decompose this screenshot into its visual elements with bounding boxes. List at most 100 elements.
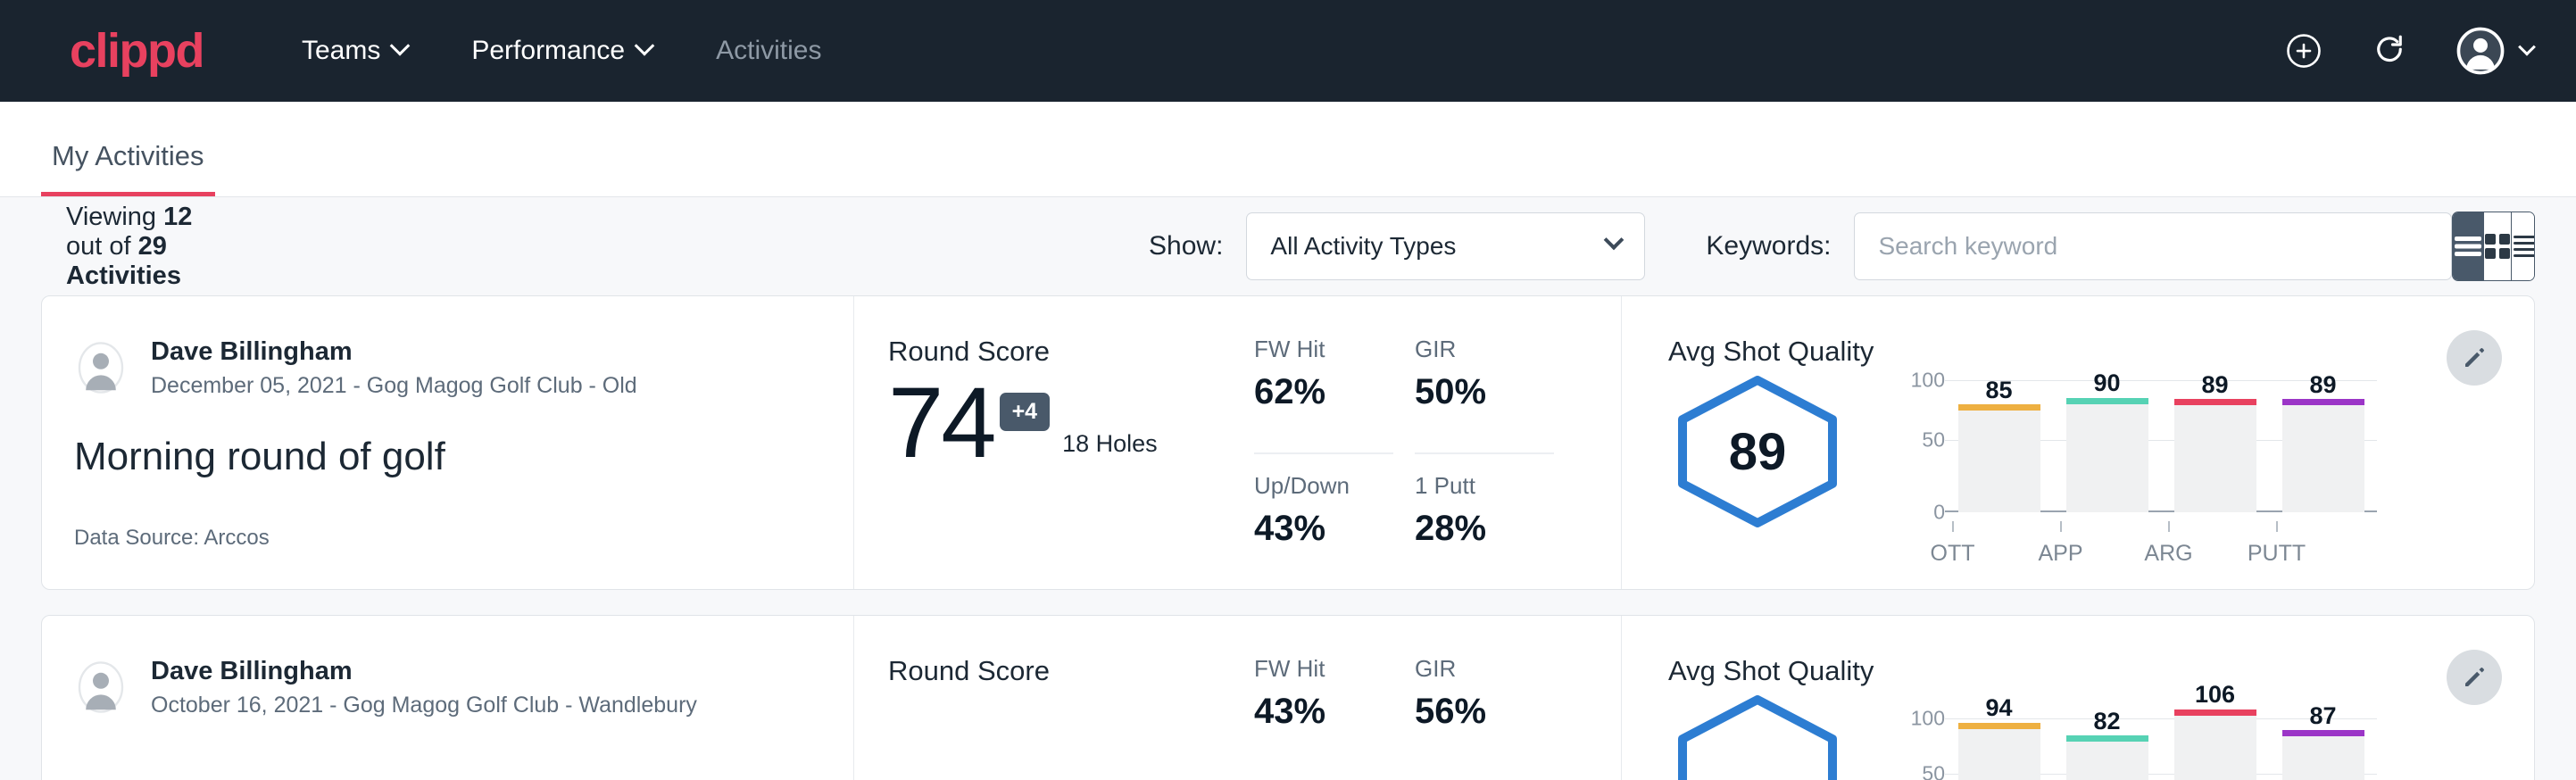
nav-actions bbox=[2285, 27, 2533, 75]
tick-mark bbox=[2168, 521, 2170, 532]
stat-gir: GIR 56% bbox=[1415, 655, 1554, 780]
tab-my-activities[interactable]: My Activities bbox=[41, 140, 215, 196]
chart-plot-area: 94 82 106 bbox=[1945, 700, 2377, 780]
activity-type-select[interactable]: All Activity Types bbox=[1246, 212, 1645, 280]
shot-quality-hexagon bbox=[1668, 693, 1847, 780]
bar-putt: 89 bbox=[2282, 380, 2364, 512]
stat-label: FW Hit bbox=[1254, 336, 1393, 363]
search-input[interactable] bbox=[1854, 212, 2452, 280]
x-tick-label: PUTT bbox=[2248, 541, 2306, 567]
bar-value-label: 87 bbox=[2309, 702, 2336, 730]
top-navigation-bar: clippd Teams Performance Activities bbox=[0, 0, 2576, 102]
nav-item-teams[interactable]: Teams bbox=[302, 36, 407, 66]
stat-label: GIR bbox=[1415, 336, 1554, 363]
bar-value-label: 106 bbox=[2195, 681, 2235, 709]
round-score-block: Round Score 74 +4 18 Holes bbox=[888, 336, 1245, 589]
bar-body bbox=[2174, 716, 2256, 780]
tick-mark bbox=[1952, 521, 1954, 532]
bar-value-label: 89 bbox=[2201, 371, 2228, 399]
bar-body bbox=[1958, 411, 2040, 512]
bar-ott: 94 bbox=[1958, 700, 2040, 780]
stats-grid: FW Hit 62% GIR 50% Up/Down 43% 1 Putt 28… bbox=[1254, 336, 1554, 589]
x-tick-label: OTT bbox=[1931, 541, 1975, 567]
player-row: Dave Billingham October 16, 2021 - Gog M… bbox=[74, 655, 853, 720]
view-mode-toggle bbox=[2452, 212, 2535, 281]
bar-body bbox=[2174, 405, 2256, 512]
stat-label: GIR bbox=[1415, 655, 1554, 683]
bar-body bbox=[2066, 742, 2148, 780]
edit-activity-button[interactable] bbox=[2447, 330, 2502, 386]
activity-card[interactable]: Dave Billingham December 05, 2021 - Gog … bbox=[41, 295, 2535, 590]
grid-view-button[interactable] bbox=[2484, 212, 2512, 280]
bar-cap bbox=[2174, 399, 2256, 405]
holes-played: 18 Holes bbox=[1062, 430, 1158, 458]
bar-ott: 85 bbox=[1958, 380, 2040, 512]
stat-gir: GIR 50% bbox=[1415, 336, 1554, 454]
edit-activity-button[interactable] bbox=[2447, 650, 2502, 705]
player-name: Dave Billingham bbox=[151, 655, 697, 687]
app-logo[interactable]: clippd bbox=[70, 27, 204, 75]
keywords-label: Keywords: bbox=[1706, 231, 1831, 261]
bar-app: 90 bbox=[2066, 380, 2148, 512]
viewing-prefix: Viewing bbox=[66, 203, 163, 231]
x-tick-arg: ARG bbox=[2128, 521, 2210, 567]
activity-card-list: Dave Billingham December 05, 2021 - Gog … bbox=[0, 295, 2576, 780]
shot-quality-panel: Avg Shot Quality 89 100 50 0 bbox=[1622, 296, 2534, 589]
filter-bar: Viewing 12 out of 29 Activities Show: Al… bbox=[0, 197, 2576, 295]
x-tick-app: APP bbox=[2020, 521, 2102, 567]
bar-arg: 106 bbox=[2174, 700, 2256, 780]
score-panel: Round Score FW Hit 43% GIR 56% bbox=[854, 616, 1622, 780]
score-row: 74 +4 18 Holes bbox=[888, 377, 1245, 469]
bar-cap bbox=[2066, 735, 2148, 742]
stat-value: 43% bbox=[1254, 692, 1393, 732]
score-to-par-badge: +4 bbox=[1000, 393, 1051, 431]
y-tick-label: 50 bbox=[1922, 427, 1945, 452]
chevron-down-icon bbox=[1604, 230, 1625, 251]
bar-app: 82 bbox=[2066, 700, 2148, 780]
bar-value-label: 90 bbox=[2093, 369, 2120, 397]
nav-item-performance[interactable]: Performance bbox=[471, 36, 652, 66]
stat-value: 62% bbox=[1254, 372, 1393, 412]
chevron-down-icon bbox=[635, 36, 655, 56]
grid-view-icon bbox=[2484, 233, 2511, 260]
compact-view-button[interactable] bbox=[2512, 212, 2535, 280]
round-score-block: Round Score bbox=[888, 655, 1245, 780]
chart-bars: 85 90 89 bbox=[1945, 380, 2377, 512]
bar-body bbox=[2282, 405, 2364, 512]
player-name: Dave Billingham bbox=[151, 336, 637, 368]
stat-one-putt: 1 Putt 28% bbox=[1415, 472, 1554, 589]
chart-y-axis: 100 50 0 bbox=[1893, 380, 1945, 512]
bar-value-label: 85 bbox=[1985, 377, 2012, 404]
bar-cap bbox=[2066, 398, 2148, 404]
stat-value: 50% bbox=[1415, 372, 1554, 412]
filter-controls: Show: All Activity Types Keywords: bbox=[1149, 212, 2452, 280]
shot-quality-label: Avg Shot Quality bbox=[1668, 655, 2534, 687]
list-view-button[interactable] bbox=[2453, 212, 2484, 280]
account-menu[interactable] bbox=[2456, 27, 2533, 75]
shot-quality-row: 89 100 50 0 bbox=[1668, 373, 2534, 567]
bar-cap bbox=[1958, 404, 2040, 411]
stat-fw-hit: FW Hit 43% bbox=[1254, 655, 1393, 780]
activity-summary: Dave Billingham December 05, 2021 - Gog … bbox=[42, 296, 854, 589]
round-score-label: Round Score bbox=[888, 655, 1245, 687]
add-icon[interactable] bbox=[2285, 32, 2323, 70]
refresh-icon[interactable] bbox=[2371, 32, 2408, 70]
avatar-icon bbox=[2456, 27, 2505, 75]
stat-value: 56% bbox=[1415, 692, 1554, 732]
primary-nav: Teams Performance Activities bbox=[302, 36, 821, 66]
round-score-value: 74 bbox=[888, 377, 994, 469]
bar-value-label: 82 bbox=[2093, 708, 2120, 735]
bar-value-label: 89 bbox=[2309, 371, 2336, 399]
bar-cap bbox=[1958, 723, 2040, 729]
edit-pencil-icon bbox=[2461, 344, 2488, 371]
viewing-summary: Viewing 12 out of 29 Activities bbox=[66, 203, 204, 291]
round-score-label: Round Score bbox=[888, 336, 1245, 368]
x-tick-label: APP bbox=[2038, 541, 2082, 567]
activity-title: Morning round of golf bbox=[74, 435, 853, 479]
bar-body bbox=[1958, 729, 2040, 780]
activity-card[interactable]: Dave Billingham October 16, 2021 - Gog M… bbox=[41, 615, 2535, 780]
bar-arg: 89 bbox=[2174, 380, 2256, 512]
y-tick-label: 100 bbox=[1911, 369, 1945, 393]
nav-item-activities[interactable]: Activities bbox=[716, 36, 821, 66]
score-panel: Round Score 74 +4 18 Holes FW Hit 62% GI… bbox=[854, 296, 1622, 589]
